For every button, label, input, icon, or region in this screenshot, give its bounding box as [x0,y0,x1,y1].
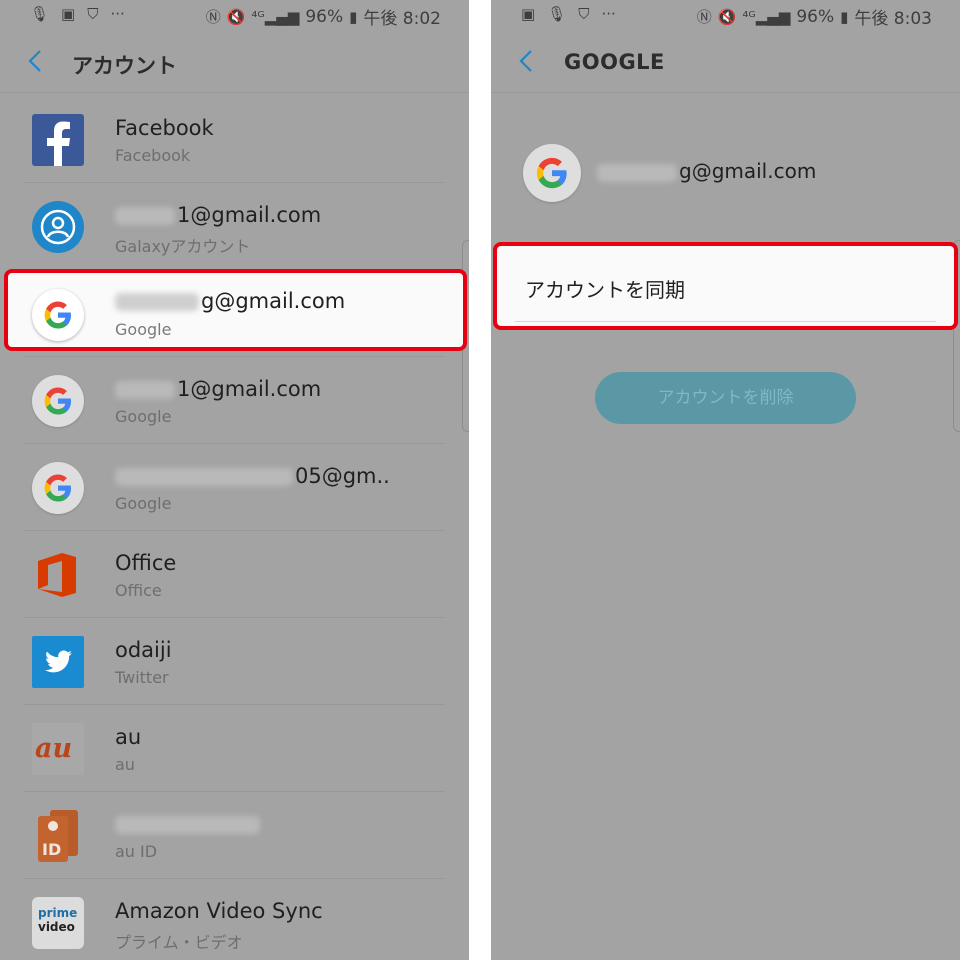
account-row-google-highlighted[interactable]: g@gmail.com Google [4,269,467,351]
clock: 午後 8:03 [854,9,932,29]
battery-icon: ▮ [840,7,849,26]
account-row-galaxy[interactable]: 1@gmail.com Galaxyアカウント [0,183,469,270]
sync-account-label: アカウントを同期 [525,278,685,302]
google-icon [536,157,567,189]
prime-video-icon: prime video [32,897,84,949]
prime-text: prime [38,906,78,920]
account-name: Facebook [115,116,214,140]
account-email-text: 05@gm.. [295,464,390,488]
app-bar: アカウント [0,30,469,93]
image-icon: ▣ [61,5,76,23]
account-row-au[interactable]: au au au [0,705,469,792]
account-type: Google [115,407,172,426]
card-front: ID [38,816,68,862]
au-id-icon: ID [32,810,84,862]
account-type: Office [115,581,162,600]
more-notifications-icon: ··· [601,5,616,23]
account-name: au [115,725,142,749]
back-arrow-icon[interactable] [515,48,539,74]
video-text: video [38,920,75,934]
google-icon [44,474,71,502]
mute-icon: 🔇 [717,7,737,26]
back-arrow-icon[interactable] [24,48,48,74]
remove-account-button[interactable]: アカウントを削除 [595,372,856,424]
account-name: Office [115,551,177,575]
account-email: 05@gm.. [115,464,390,488]
shield-icon: ⛉ [87,5,99,23]
account-name: Amazon Video Sync [115,899,323,923]
account-name-redacted [115,812,262,836]
nfc-icon: Ⓝ [696,7,712,26]
page-title: GOOGLE [564,50,665,74]
accounts-screen: 🎙 ▣ ⛉ ··· Ⓝ 🔇 ⁴ᴳ▂▄▆ 96% ▮ 午後 8:02 アカウント … [0,0,469,960]
google-icon-wrapper [32,462,84,514]
battery-percent: 96% [305,6,344,27]
account-row-facebook[interactable]: Facebook Facebook [0,96,469,183]
account-type: Facebook [115,146,191,165]
microphone-icon: 🎙 [547,5,567,23]
battery-percent: 96% [796,6,835,27]
signal-icon: ⁴ᴳ▂▄▆ [251,7,300,26]
account-row-au-id[interactable]: ID au ID [0,792,469,879]
status-bar: ▣ 🎙 ⛉ ··· Ⓝ 🔇 ⁴ᴳ▂▄▆ 96% ▮ 午後 8:03 [491,0,960,30]
app-bar: GOOGLE [491,30,960,93]
account-email: g@gmail.com [115,289,345,313]
redacted-text [115,207,175,225]
shield-icon: ⛉ [578,5,590,23]
office-icon [38,553,76,597]
mute-icon: 🔇 [226,7,246,26]
account-email-text: 1@gmail.com [177,203,322,227]
signal-icon: ⁴ᴳ▂▄▆ [742,7,791,26]
account-type: au [115,755,135,774]
account-name: odaiji [115,638,172,662]
account-type: プライム・ビデオ [115,933,243,952]
redacted-text [597,163,677,182]
more-notifications-icon: ··· [110,5,125,23]
divider [515,321,936,322]
samsung-account-icon [32,201,84,253]
account-email: 1@gmail.com [115,203,321,227]
google-icon-wrapper [523,144,581,202]
redacted-text [115,381,175,399]
sync-account-item[interactable]: アカウントを同期 [493,242,958,330]
account-email: 1@gmail.com [115,377,321,401]
twitter-icon [32,636,84,688]
id-text: ID [42,840,62,859]
microphone-icon: 🎙 [30,5,50,23]
redacted-text [115,468,293,486]
account-email: g@gmail.com [597,159,816,183]
account-email-text: 1@gmail.com [177,377,322,401]
status-bar: 🎙 ▣ ⛉ ··· Ⓝ 🔇 ⁴ᴳ▂▄▆ 96% ▮ 午後 8:02 [0,0,469,30]
clock: 午後 8:02 [363,9,441,29]
google-icon [44,387,71,415]
account-type: Google [115,320,172,339]
account-type: Twitter [115,668,169,687]
person-glyph [48,821,58,831]
facebook-icon [32,114,84,166]
account-row-twitter[interactable]: odaiji Twitter [0,618,469,705]
account-row-amazon[interactable]: prime video Amazon Video Sync プライム・ビデオ [0,879,469,960]
account-row-google-3[interactable]: 05@gm.. Google [0,444,469,531]
google-icon-wrapper [32,289,84,341]
account-row-google-2[interactable]: 1@gmail.com Google [0,357,469,444]
battery-icon: ▮ [349,7,358,26]
google-icon [44,301,71,329]
account-list: Facebook Facebook 1@gmail.com Galaxyアカウン… [0,96,469,960]
au-icon: au [32,723,84,775]
au-logo-text: au [35,733,73,764]
account-type: au ID [115,842,158,861]
image-icon: ▣ [521,5,536,23]
redacted-text [115,816,260,834]
page-title: アカウント [72,54,177,78]
nfc-icon: Ⓝ [205,7,221,26]
account-type: Galaxyアカウント [115,237,251,256]
account-type: Google [115,494,172,513]
account-email-text: g@gmail.com [201,289,346,313]
account-email-text: g@gmail.com [679,159,817,183]
account-row-office[interactable]: Office Office [0,531,469,618]
google-icon-wrapper [32,375,84,427]
redacted-text [115,293,199,311]
google-account-screen: ▣ 🎙 ⛉ ··· Ⓝ 🔇 ⁴ᴳ▂▄▆ 96% ▮ 午後 8:03 GOOGLE [491,0,960,960]
